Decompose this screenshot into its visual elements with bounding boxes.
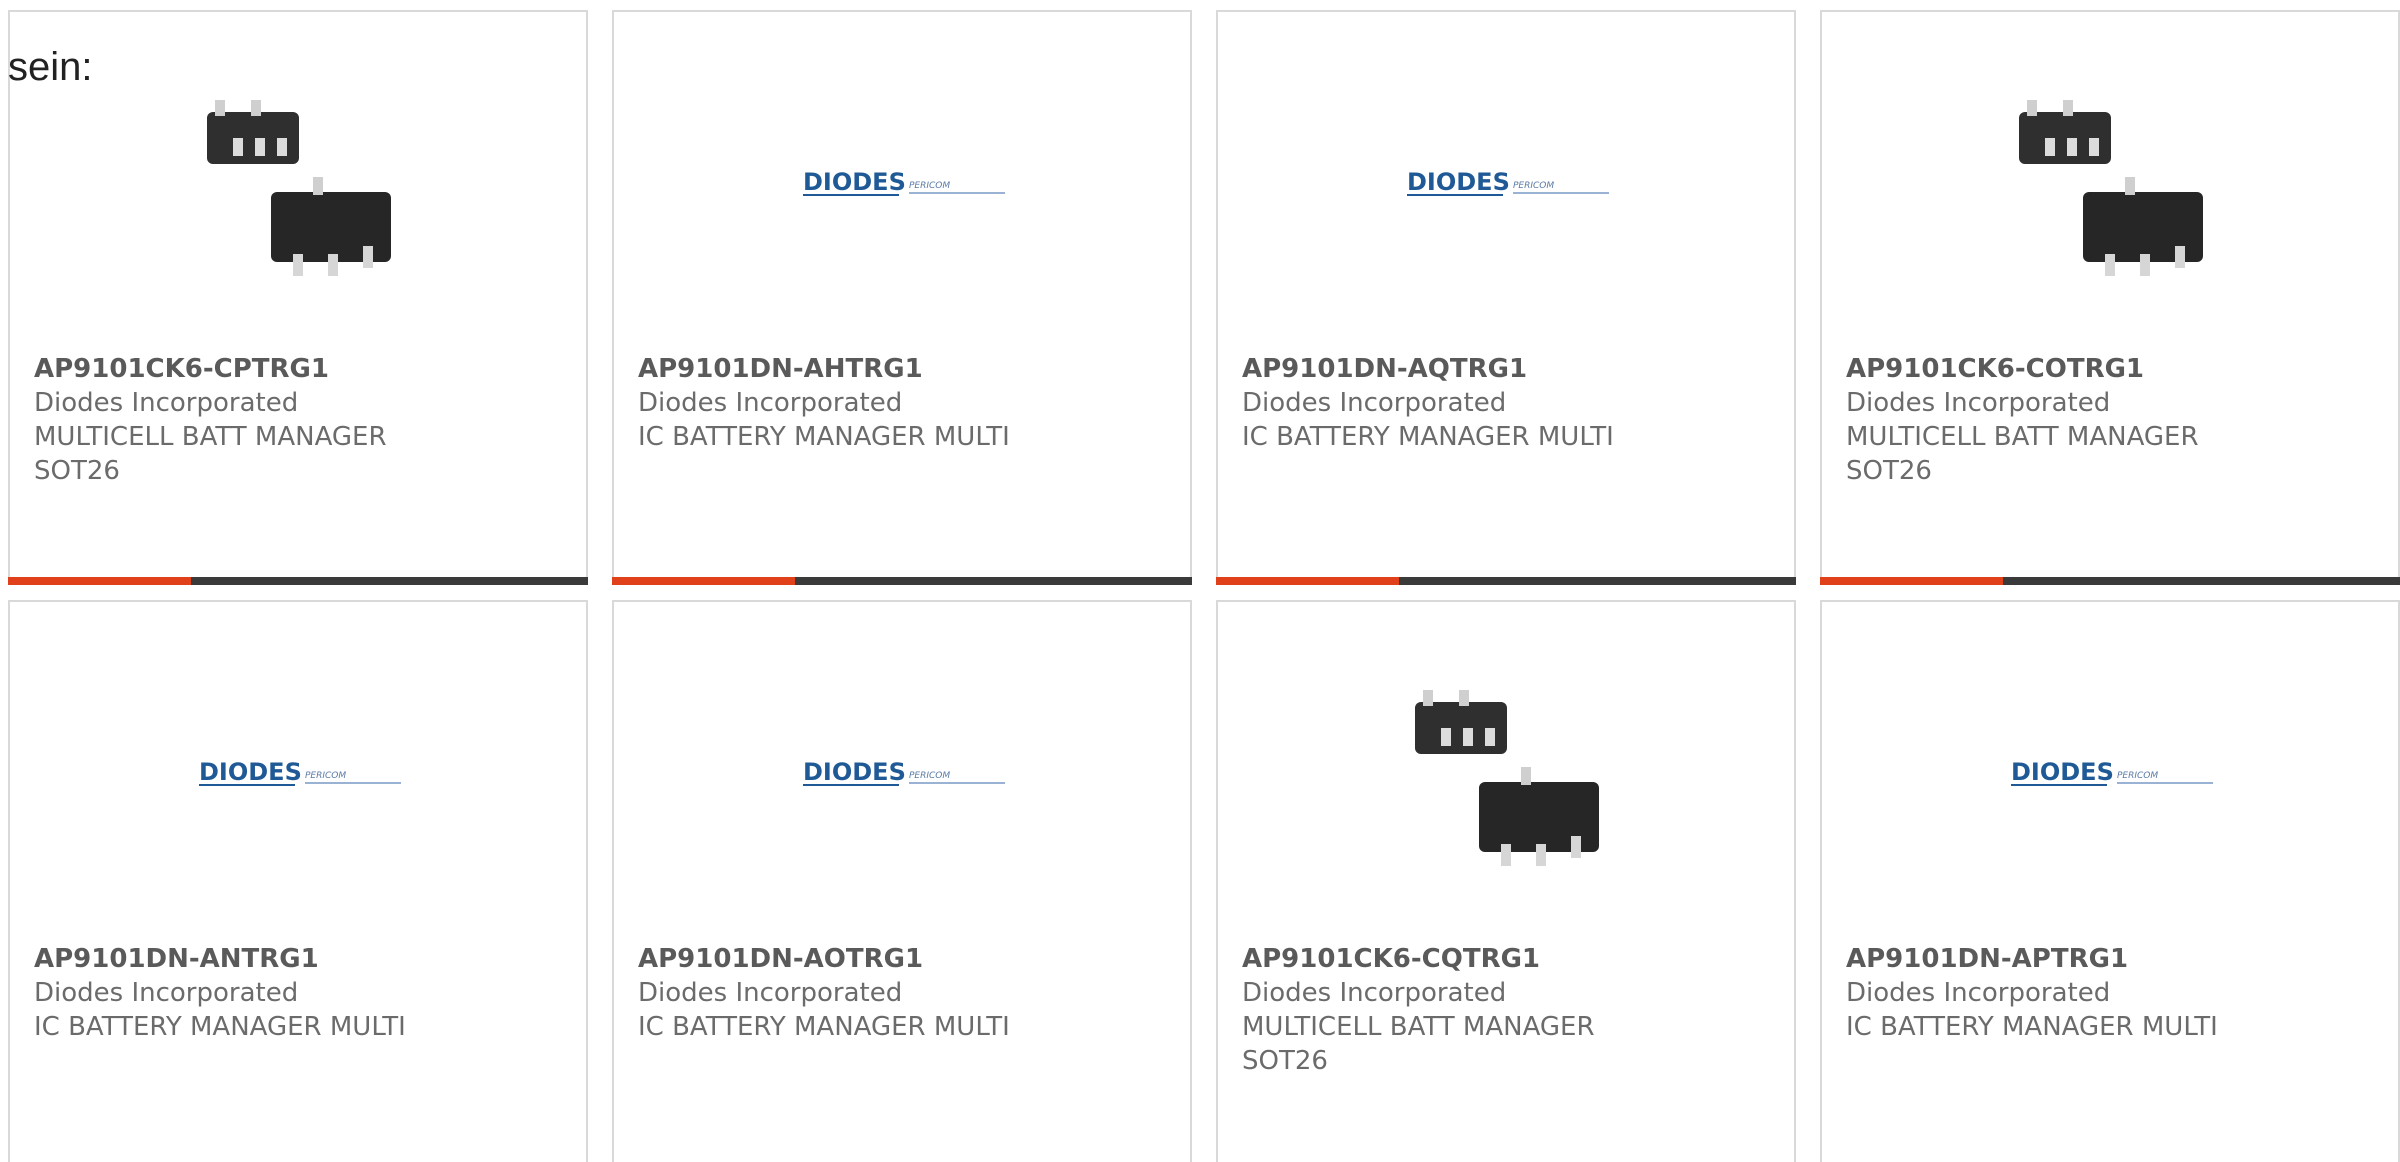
product-image-logo[interactable]: DIODES PERICOM: [1401, 82, 1611, 292]
product-card[interactable]: AP9101CK6-CQTRG1 Diodes Incorporated MUL…: [1216, 600, 1796, 1162]
part-number[interactable]: AP9101CK6-COTRG1: [1846, 352, 2378, 386]
manufacturer: Diodes Incorporated: [1242, 388, 1507, 418]
intro-text: sein:: [8, 45, 93, 89]
card-bottom-bar: [8, 577, 588, 585]
product-image-logo[interactable]: DIODES PERICOM: [797, 82, 1007, 292]
product-card[interactable]: DIODES PERICOM AP9101DN-ANTRG1 Diodes In…: [8, 600, 588, 1162]
part-number[interactable]: AP9101DN-ANTRG1: [34, 942, 566, 976]
diodes-logo-icon: DIODES PERICOM: [803, 168, 1005, 196]
description: IC BATTERY MANAGER MULTI: [34, 1012, 406, 1042]
part-number[interactable]: AP9101CK6-CQTRG1: [1242, 942, 1774, 976]
chip-package-icon: [1401, 672, 1611, 882]
part-number[interactable]: AP9101DN-AQTRG1: [1242, 352, 1774, 386]
product-card[interactable]: DIODES PERICOM AP9101DN-APTRG1 Diodes In…: [1820, 600, 2400, 1162]
logo-subtext: PERICOM: [1513, 181, 1554, 191]
card-bottom-bar: [612, 577, 1192, 585]
manufacturer: Diodes Incorporated: [34, 978, 299, 1008]
manufacturer: Diodes Incorporated: [638, 978, 903, 1008]
description: MULTICELL BATT MANAGER SOT26: [1242, 1012, 1595, 1076]
description: IC BATTERY MANAGER MULTI: [1242, 422, 1614, 452]
logo-subtext: PERICOM: [2117, 771, 2158, 781]
accent-bar: [8, 577, 191, 585]
description: IC BATTERY MANAGER MULTI: [638, 422, 1010, 452]
part-number[interactable]: AP9101CK6-CPTRG1: [34, 352, 566, 386]
description: IC BATTERY MANAGER MULTI: [1846, 1012, 2218, 1042]
logo-subtext: PERICOM: [909, 181, 950, 191]
product-image-logo[interactable]: DIODES PERICOM: [193, 672, 403, 882]
product-image-sot26[interactable]: [1401, 672, 1611, 882]
card-bottom-bar: [1216, 577, 1796, 585]
chip-package-icon: [193, 82, 403, 292]
logo-subtext: PERICOM: [909, 771, 950, 781]
description: MULTICELL BATT MANAGER SOT26: [34, 422, 387, 486]
manufacturer: Diodes Incorporated: [34, 388, 299, 418]
logo-wordmark: DIODES: [2011, 758, 2114, 786]
description: IC BATTERY MANAGER MULTI: [638, 1012, 1010, 1042]
manufacturer: Diodes Incorporated: [1242, 978, 1507, 1008]
diodes-logo-icon: DIODES PERICOM: [2011, 758, 2213, 786]
description: MULTICELL BATT MANAGER SOT26: [1846, 422, 2199, 486]
accent-bar: [1820, 577, 2003, 585]
product-image-sot26[interactable]: [2005, 82, 2215, 292]
card-bottom-bar: [1820, 577, 2400, 585]
logo-wordmark: DIODES: [199, 758, 302, 786]
part-number[interactable]: AP9101DN-AOTRG1: [638, 942, 1170, 976]
diodes-logo-icon: DIODES PERICOM: [803, 758, 1005, 786]
part-number[interactable]: AP9101DN-APTRG1: [1846, 942, 2378, 976]
logo-wordmark: DIODES: [803, 168, 906, 196]
chip-package-icon: [2005, 82, 2215, 292]
manufacturer: Diodes Incorporated: [1846, 388, 2111, 418]
accent-bar: [1216, 577, 1399, 585]
logo-wordmark: DIODES: [1407, 168, 1510, 196]
product-card[interactable]: DIODES PERICOM AP9101DN-AQTRG1 Diodes In…: [1216, 10, 1796, 585]
product-image-logo[interactable]: DIODES PERICOM: [2005, 672, 2215, 882]
logo-wordmark: DIODES: [803, 758, 906, 786]
product-image-sot26[interactable]: [193, 82, 403, 292]
manufacturer: Diodes Incorporated: [1846, 978, 2111, 1008]
product-card[interactable]: DIODES PERICOM AP9101DN-AHTRG1 Diodes In…: [612, 10, 1192, 585]
diodes-logo-icon: DIODES PERICOM: [1407, 168, 1609, 196]
accent-bar: [612, 577, 795, 585]
product-card[interactable]: AP9101CK6-CPTRG1 Diodes Incorporated MUL…: [8, 10, 588, 585]
product-card[interactable]: AP9101CK6-COTRG1 Diodes Incorporated MUL…: [1820, 10, 2400, 585]
part-number[interactable]: AP9101DN-AHTRG1: [638, 352, 1170, 386]
diodes-logo-icon: DIODES PERICOM: [199, 758, 401, 786]
product-card[interactable]: DIODES PERICOM AP9101DN-AOTRG1 Diodes In…: [612, 600, 1192, 1162]
logo-subtext: PERICOM: [305, 771, 346, 781]
product-image-logo[interactable]: DIODES PERICOM: [797, 672, 1007, 882]
manufacturer: Diodes Incorporated: [638, 388, 903, 418]
